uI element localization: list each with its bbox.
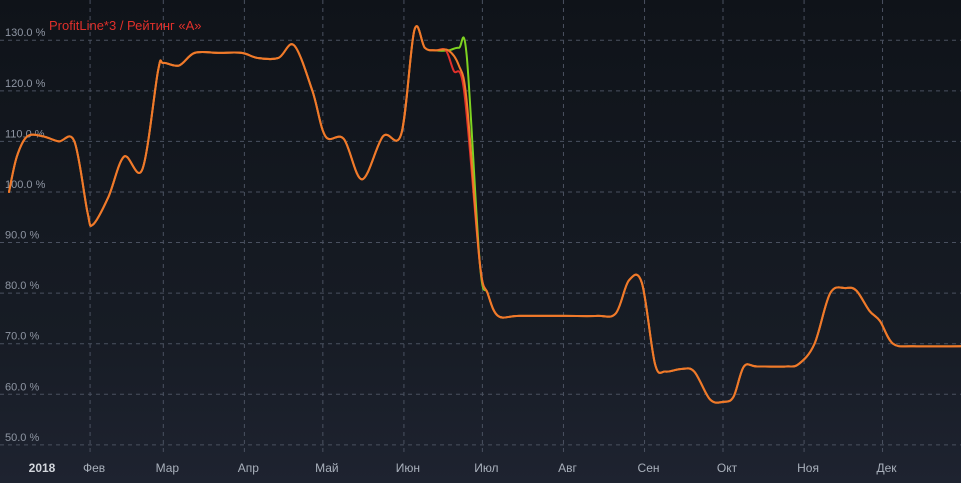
x-axis-ticks: 2018 Фев Мар Апр Май Июн Июл Авг Сен Окт Ноя Дек	[29, 461, 898, 475]
chart: ProfitLine*3 / Рейтинг «А» 50.0 % 60.0 % 7…	[0, 0, 961, 483]
y-tick-label: 70.0 %	[5, 331, 39, 343]
x-tick-label: Апр	[238, 461, 260, 475]
chart-canvas: 50.0 %60.0 %70.0 %80.0 %90.0 %100.0 %110…	[0, 0, 961, 475]
series-line-2	[8, 25, 961, 404]
y-tick-label: 50.0 %	[5, 432, 39, 444]
x-tick-label: Ноя	[797, 461, 819, 475]
x-tick-label: Дек	[877, 461, 898, 475]
x-tick-label: Май	[315, 461, 339, 475]
x-tick-label: Июл	[474, 461, 498, 475]
series-layer	[8, 25, 961, 404]
y-tick-label: 90.0 %	[5, 230, 39, 242]
y-tick-label: 120.0 %	[5, 78, 46, 90]
x-tick-label: Сен	[638, 461, 660, 475]
y-tick-label: 130.0 %	[5, 27, 46, 39]
x-tick-label: 2018	[29, 461, 56, 475]
series-line-1	[8, 25, 961, 404]
grid-layer	[0, 0, 961, 455]
x-tick-label: Авг	[558, 461, 577, 475]
series-line-3	[8, 25, 961, 404]
y-tick-label: 60.0 %	[5, 381, 39, 393]
x-tick-label: Фев	[83, 461, 105, 475]
y-tick-label: 80.0 %	[5, 280, 39, 292]
x-tick-label: Июн	[396, 461, 420, 475]
y-axis-ticks: 50.0 %60.0 %70.0 %80.0 %90.0 %100.0 %110…	[5, 27, 46, 444]
x-tick-label: Окт	[717, 461, 738, 475]
x-tick-label: Мар	[156, 461, 180, 475]
